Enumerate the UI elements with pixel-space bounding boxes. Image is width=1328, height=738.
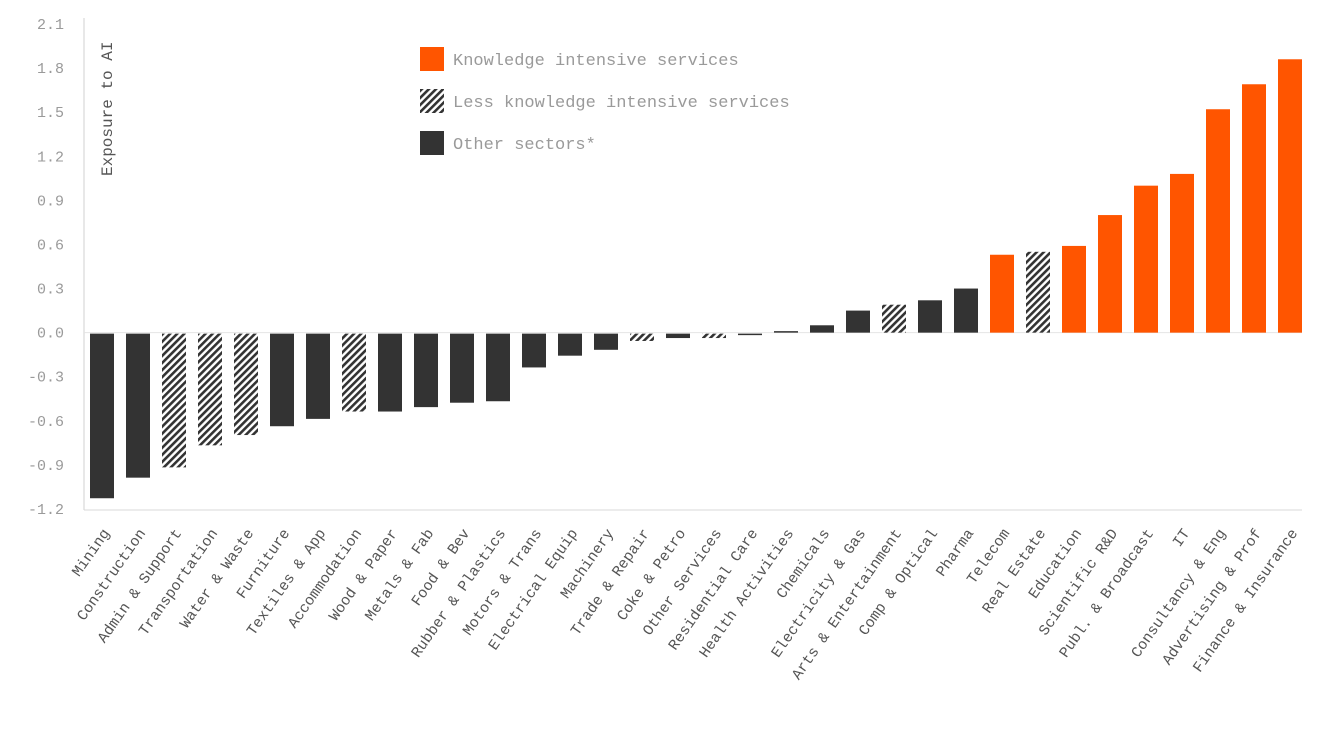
legend-swatch-other (420, 131, 444, 155)
bar-other (90, 333, 114, 499)
bar-less (198, 333, 222, 446)
bar-other (522, 333, 546, 368)
bar-knowledge (1206, 109, 1230, 333)
bar-other (414, 333, 438, 408)
y-tick-label: 1.2 (37, 149, 64, 166)
y-tick-label: 0.3 (37, 282, 64, 299)
legend-swatch-knowledge (420, 47, 444, 71)
bar-other (450, 333, 474, 403)
legend-label-less: Less knowledge intensive services (453, 94, 790, 113)
y-tick-label: -1.2 (28, 502, 64, 519)
bar-less (882, 304, 906, 333)
y-tick-label: -0.3 (28, 370, 64, 387)
y-tick-label: -0.9 (28, 458, 64, 475)
x-axis-labels: MiningConstructionAdmin & SupportTranspo… (69, 526, 1302, 683)
bar-knowledge (1098, 215, 1122, 333)
x-tick-label: IT (1170, 526, 1194, 551)
y-tick-label: 0.6 (37, 237, 64, 254)
bars (90, 59, 1302, 499)
bar-knowledge (1242, 84, 1266, 333)
bar-other (810, 325, 834, 333)
bar-other (738, 333, 762, 336)
bar-other (666, 333, 690, 339)
bar-knowledge (1278, 59, 1302, 333)
bar-other (918, 300, 942, 333)
y-tick-label: -0.6 (28, 414, 64, 431)
bar-less (702, 333, 726, 339)
bar-other (954, 288, 978, 333)
bar-other (594, 333, 618, 350)
bar-other (378, 333, 402, 412)
bar-knowledge (1134, 185, 1158, 333)
bar-knowledge (1170, 173, 1194, 333)
legend: Knowledge intensive services Less knowled… (420, 47, 790, 155)
y-tick-label: 1.5 (37, 105, 64, 122)
y-tick-label: 0.9 (37, 193, 64, 210)
bar-other (774, 331, 798, 333)
bar-chart: 2.1 1.8 1.5 1.2 0.9 0.6 0.3 0.0 -0.3 -0.6 -0.9 -1.2… (28, 17, 1302, 683)
y-tick-label: 1.8 (37, 61, 64, 78)
bar-less (162, 333, 186, 468)
bar-other (126, 333, 150, 478)
bar-other (270, 333, 294, 427)
legend-swatch-less (420, 89, 444, 113)
y-axis-label: Exposure to AI (99, 42, 117, 176)
bar-other (486, 333, 510, 402)
bar-knowledge (990, 254, 1014, 333)
bar-less (630, 333, 654, 341)
bar-knowledge (1062, 245, 1086, 333)
bar-other (558, 333, 582, 356)
bar-other (846, 310, 870, 333)
y-tick-label: 0.0 (37, 326, 64, 343)
bar-less (1026, 251, 1050, 333)
bar-less (234, 333, 258, 436)
bar-other (306, 333, 330, 419)
bar-less (342, 333, 366, 412)
y-tick-label: 2.1 (37, 17, 64, 34)
legend-label-knowledge: Knowledge intensive services (453, 52, 739, 71)
legend-label-other: Other sectors* (453, 136, 596, 155)
